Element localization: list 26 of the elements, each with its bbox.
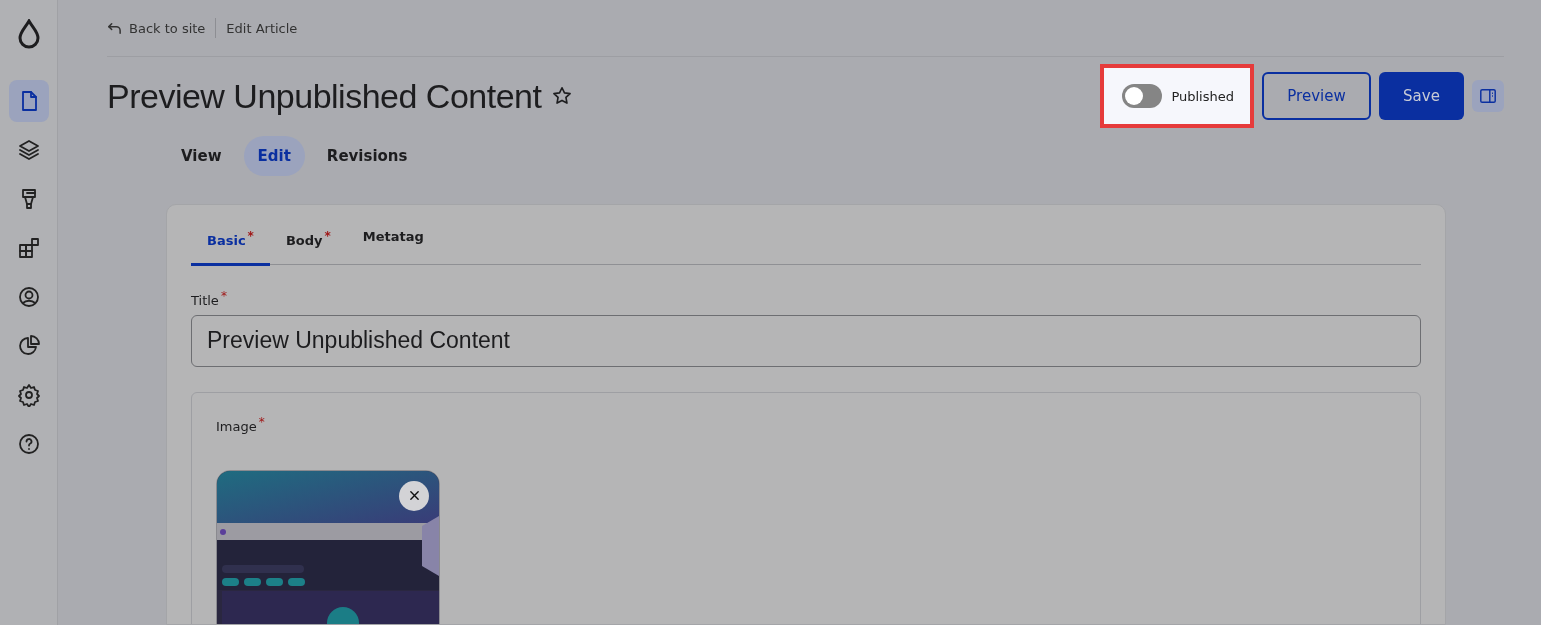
publish-switch[interactable]	[1122, 84, 1163, 108]
close-icon	[408, 490, 420, 502]
save-button[interactable]: Save	[1379, 72, 1464, 120]
help-icon	[16, 432, 41, 456]
tab[interactable]: View	[167, 136, 236, 176]
back-arrow-icon	[107, 20, 122, 36]
sidebar-toggle-button[interactable]	[1472, 80, 1504, 112]
sidebar-item[interactable]	[8, 80, 49, 122]
blocks-icon	[16, 236, 41, 260]
title-input[interactable]: Preview Unpublished Content	[191, 314, 1421, 367]
layers-icon	[16, 138, 41, 162]
settings-icon	[16, 383, 41, 407]
tab[interactable]: Revisions	[312, 136, 422, 176]
publish-label: Published	[1171, 88, 1234, 104]
user-icon	[16, 285, 41, 309]
back-to-site-link[interactable]: Back to site	[107, 20, 206, 36]
side-panel-icon	[1479, 87, 1497, 105]
form-tab[interactable]: Metatag	[346, 219, 440, 267]
breadcrumb-current: Edit Article	[226, 20, 298, 36]
preview-button[interactable]: Preview	[1262, 72, 1371, 120]
back-link-label[interactable]: Back to site	[129, 20, 206, 36]
pie-chart-icon	[16, 334, 41, 358]
drop-logo-icon[interactable]	[16, 19, 41, 49]
star-icon[interactable]	[551, 85, 574, 107]
page-title: Preview Unpublished Content	[107, 76, 542, 116]
tab[interactable]: Edit	[243, 136, 305, 176]
